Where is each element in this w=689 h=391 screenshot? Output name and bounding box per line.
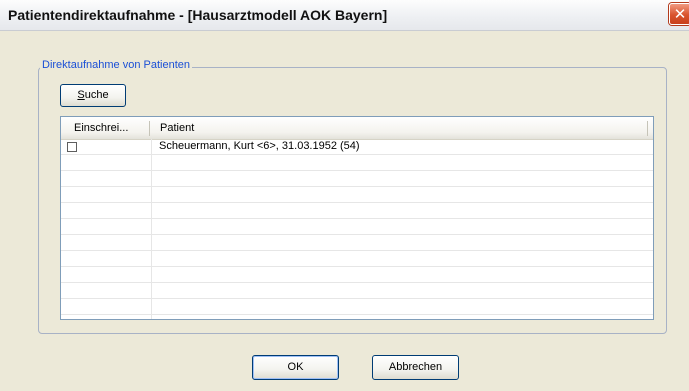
- enrollment-checkbox[interactable]: [67, 142, 77, 152]
- empty-row: [61, 251, 653, 267]
- close-icon[interactable]: ✕: [669, 3, 689, 25]
- empty-row: [61, 219, 653, 235]
- empty-row: [61, 299, 653, 315]
- column-header-enrollment[interactable]: Einschrei...: [74, 117, 128, 139]
- empty-row: [61, 235, 653, 251]
- patient-cell: Scheuermann, Kurt <6>, 31.03.1952 (54): [159, 140, 360, 152]
- empty-row: [61, 283, 653, 299]
- search-label: uche: [84, 89, 109, 101]
- column-header-patient[interactable]: Patient: [160, 117, 194, 139]
- empty-row: [61, 171, 653, 187]
- empty-row: [61, 187, 653, 203]
- column-separator[interactable]: [647, 121, 648, 136]
- group-legend: Direktaufnahme von Patienten: [40, 59, 192, 71]
- column-gridline: [151, 139, 152, 319]
- column-separator[interactable]: [149, 121, 150, 136]
- window-title: Patientendirektaufnahme - [Hausarztmodel…: [8, 7, 388, 23]
- empty-row: [61, 203, 653, 219]
- title-bar[interactable]: Patientendirektaufnahme - [Hausarztmodel…: [0, 0, 689, 31]
- search-button[interactable]: Suche: [60, 84, 126, 107]
- table-row[interactable]: Scheuermann, Kurt <6>, 31.03.1952 (54): [61, 139, 653, 155]
- patient-list[interactable]: Einschrei... Patient Scheuermann, Kurt <…: [60, 116, 654, 320]
- list-header: Einschrei... Patient: [61, 117, 653, 140]
- empty-row: [61, 267, 653, 283]
- search-mnemonic: S: [77, 89, 85, 101]
- ok-button[interactable]: OK: [252, 355, 339, 380]
- cancel-button[interactable]: Abbrechen: [372, 355, 459, 380]
- empty-row: [61, 155, 653, 171]
